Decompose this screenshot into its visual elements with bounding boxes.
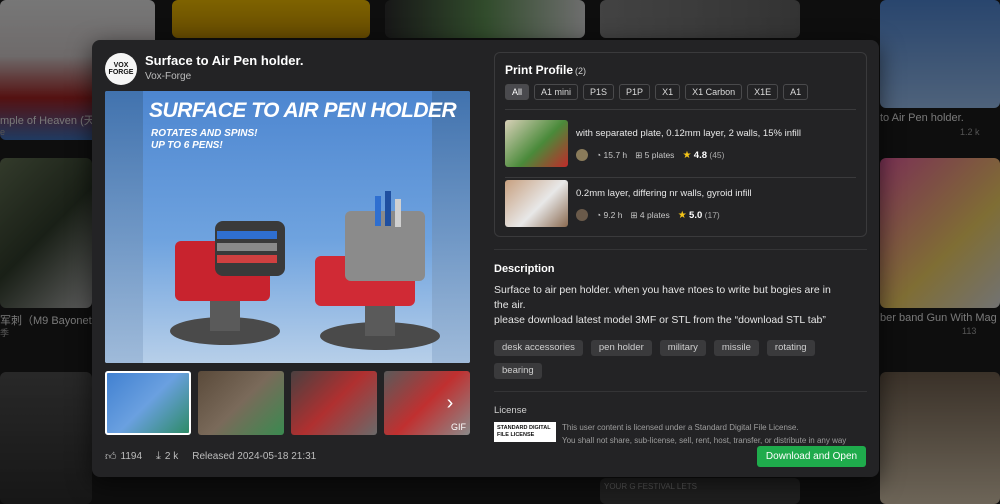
print-profile-title: Print Profile (2) [505,63,587,77]
hero-subline-1: ROTATES AND SPINS! [151,128,258,139]
star-icon: ★ [677,209,687,221]
filter-all[interactable]: All [505,84,530,100]
license-text: This user content is licensed under a St… [562,423,847,445]
filter-x1[interactable]: X1 [655,84,681,100]
tag[interactable]: rotating [766,340,815,356]
released-date: Released 2024-05-18 21:31 [192,451,317,462]
hero-subline-2: UP TO 6 PENS! [151,140,223,151]
filter-a1-mini[interactable]: A1 mini [534,84,579,100]
rating-stat: ★ 4.8 (45) [682,149,725,161]
model-title: Surface to Air Pen holder. [145,53,304,68]
profile-image [505,120,568,167]
thumbs-up-icon: 👍︎ [105,451,117,463]
downloads-stat: ⤓ 2 k [156,450,178,463]
print-profile-panel: Print Profile (2) All A1 mini P1S P1P X1 … [494,52,867,237]
license-logo: STANDARD DIGITAL FILE LICENSE [494,422,556,442]
divider [494,391,867,392]
filter-p1s[interactable]: P1S [583,84,615,100]
download-icon: ⤓ [156,450,161,462]
download-and-open-button[interactable]: Download and Open [757,446,866,467]
clock-icon: ◔ [596,210,602,220]
profile-meta: ◔ 15.7 h ⊞ 5 plates ★ 4.8 (45) [576,149,725,161]
profile-meta: ◔ 9.2 h ⊞ 4 plates ★ 5.0 (17) [576,209,720,221]
time-stat: ◔ 9.2 h [596,210,623,220]
tag[interactable]: desk accessories [494,340,583,356]
profile-name: with separated plate, 0.12mm layer, 2 wa… [576,128,801,139]
tag[interactable]: military [659,340,706,356]
printer-filter-chips: All A1 mini P1S P1P X1 X1 Carbon X1E A1 [505,84,809,100]
profile-name: 0.2mm layer, differing nr walls, gyroid … [576,188,752,199]
tag-list: desk accessories pen holder military mis… [494,340,864,379]
thumbnail-1[interactable] [105,371,191,435]
chevron-right-icon[interactable]: › [442,392,458,414]
thumbnail-strip: GIF [105,371,470,435]
plate-icon: ⊞ [635,149,643,160]
hero-subline: ROTATES AND SPINS! UP TO 6 PENS! [151,128,257,152]
model-detail-modal: VOX FORGE Surface to Air Pen holder. Vox… [92,40,879,477]
profile-image [505,180,568,227]
license-title: License [494,405,527,416]
thumbnail-3[interactable] [291,371,377,435]
filter-x1-carbon[interactable]: X1 Carbon [685,84,743,100]
plates-stat: ⊞ 4 plates [630,209,670,220]
divider [494,249,867,250]
tag[interactable]: pen holder [590,340,652,356]
rating-stat: ★ 5.0 (17) [677,209,720,221]
description-title: Description [494,263,555,275]
likes-count: 1194 [120,451,143,462]
print-profile-count: (2) [575,66,587,76]
description-text: Surface to air pen holder. when you have… [494,284,831,326]
star-icon: ★ [682,149,692,161]
filter-p1p[interactable]: P1P [619,84,651,100]
avatar [576,209,588,221]
hero-image[interactable]: SURFACE TO AIR PEN HOLDER ROTATES AND SP… [105,91,470,363]
author-avatar[interactable]: VOX FORGE [105,53,137,85]
print-profile-item[interactable]: with separated plate, 0.12mm layer, 2 wa… [505,120,857,170]
downloads-count: 2 k [164,451,179,462]
filter-a1[interactable]: A1 [783,84,809,100]
filter-x1e[interactable]: X1E [747,84,779,100]
likes-stat[interactable]: 👍︎ 1194 [105,450,142,463]
tag[interactable]: bearing [494,363,542,379]
time-stat: ◔ 15.7 h [596,150,628,160]
author-name[interactable]: Vox-Forge [145,71,191,82]
avatar [576,149,588,161]
clock-icon: ◔ [596,150,602,160]
plates-stat: ⊞ 5 plates [635,149,675,160]
model-stats: 👍︎ 1194 ⤓ 2 k Released 2024-05-18 21:31 [105,450,316,463]
gif-badge: GIF [451,422,466,432]
plate-icon: ⊞ [630,209,638,220]
thumbnail-2[interactable] [198,371,284,435]
hero-headline: SURFACE TO AIR PEN HOLDER [149,99,457,122]
tag[interactable]: missile [713,340,759,356]
print-profile-item[interactable]: 0.2mm layer, differing nr walls, gyroid … [505,180,857,230]
